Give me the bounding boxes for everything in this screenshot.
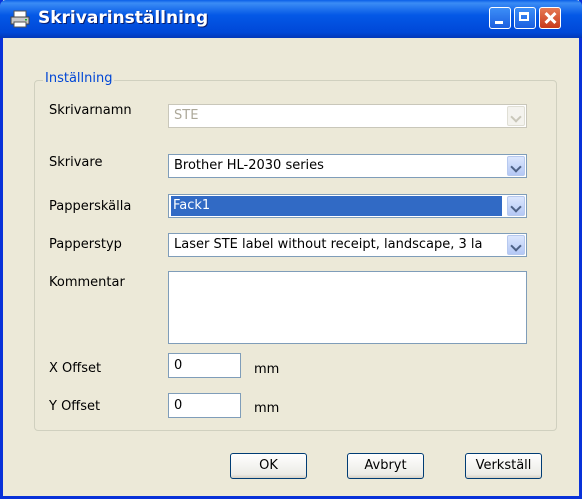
x-offset-label: X Offset: [49, 361, 102, 376]
printer-name-combo: STE: [168, 104, 527, 128]
apply-button[interactable]: Verkställ: [465, 453, 542, 479]
chevron-down-icon[interactable]: [507, 235, 525, 255]
printer-name-value: STE: [174, 108, 199, 123]
minimize-button[interactable]: [489, 7, 511, 29]
printer-label: Skrivare: [49, 155, 103, 170]
x-offset-unit: mm: [254, 362, 280, 377]
printer-icon: [10, 10, 30, 28]
printer-value: Brother HL-2030 series: [174, 158, 324, 173]
y-offset-input[interactable]: 0: [168, 393, 241, 418]
y-offset-label: Y Offset: [49, 399, 101, 414]
paper-source-value: Fack1: [171, 196, 502, 216]
chevron-down-icon[interactable]: [507, 156, 525, 176]
title-bar[interactable]: Skrivarinställning: [0, 0, 582, 38]
y-offset-unit: mm: [254, 401, 280, 416]
printer-combo[interactable]: Brother HL-2030 series: [168, 154, 527, 178]
comment-label: Kommentar: [49, 275, 125, 290]
window-title: Skrivarinställning: [38, 8, 209, 28]
close-button[interactable]: [539, 7, 561, 29]
cancel-button[interactable]: Avbryt: [347, 453, 424, 479]
chevron-down-icon: [507, 106, 525, 126]
paper-type-value: Laser STE label without receipt, landsca…: [174, 237, 483, 252]
paper-source-label: Papperskälla: [49, 199, 132, 214]
ok-button[interactable]: OK: [230, 453, 307, 479]
maximize-button[interactable]: [514, 7, 536, 29]
x-offset-input[interactable]: 0: [168, 353, 241, 378]
settings-group-title: Inställning: [43, 71, 115, 86]
paper-type-combo[interactable]: Laser STE label without receipt, landsca…: [168, 233, 527, 257]
printer-name-label: Skrivarnamn: [49, 103, 132, 118]
chevron-down-icon[interactable]: [507, 196, 525, 216]
comment-textarea[interactable]: [168, 271, 527, 344]
paper-type-label: Papperstyp: [49, 237, 122, 252]
printer-settings-dialog: Skrivarinställning Inställning Skrivarna…: [0, 0, 582, 499]
paper-source-combo[interactable]: Fack1: [168, 194, 527, 218]
